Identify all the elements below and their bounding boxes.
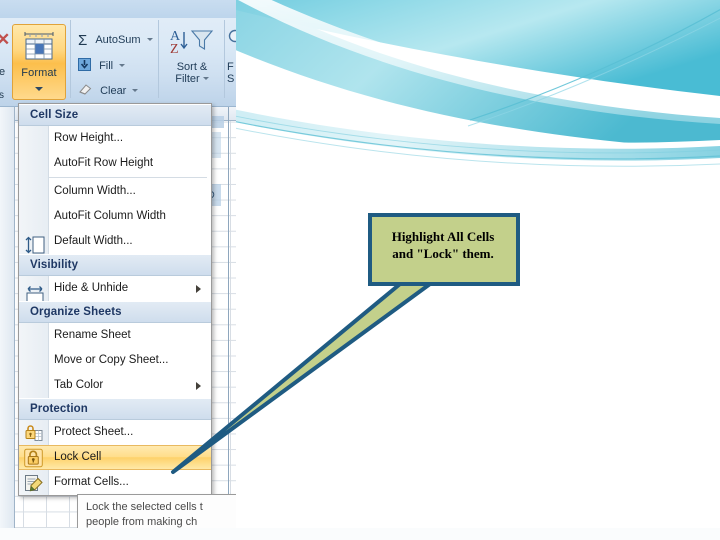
worksheet-scroll-divider	[228, 106, 229, 540]
menu-item-label: Move or Copy Sheet...	[54, 354, 169, 366]
lock-cell-icon	[24, 448, 43, 467]
menu-item-label: Default Width...	[54, 235, 133, 247]
menu-item-lock-cell[interactable]: Lock Cell	[19, 445, 211, 470]
protect-sheet-lock-icon	[25, 424, 43, 441]
format-cells-dialog-icon	[25, 474, 43, 491]
clear-label: Clear	[100, 85, 127, 97]
cut-scissors-icon: ✕	[0, 30, 11, 49]
menu-item-label: Lock Cell	[54, 451, 102, 463]
menu-item-format-cells[interactable]: Format Cells...	[19, 470, 211, 495]
ribbon-group-divider	[158, 20, 159, 98]
menu-item-autofit-row-height[interactable]: AutoFit Row Height	[19, 151, 211, 176]
excel-screenshot: ⊙ ✕ te s	[0, 0, 236, 540]
format-button-label: Format	[21, 67, 57, 79]
excel-window: ⊙ ✕ te s	[0, 0, 236, 540]
menu-item-column-width[interactable]: Column Width...	[19, 179, 211, 204]
menu-group-header-visibility: Visibility	[19, 254, 211, 276]
format-dropdown-menu[interactable]: Cell Size Row Height... AutoFit Row Heig…	[18, 103, 212, 496]
format-cells-icon	[24, 32, 54, 60]
menu-separator	[49, 177, 207, 178]
find-select-button[interactable]: F S	[227, 26, 236, 85]
slide-footer-strip	[0, 528, 720, 540]
chevron-down-icon	[35, 87, 43, 91]
menu-item-hide-unhide[interactable]: Hide & Unhide	[19, 276, 211, 301]
menu-item-label: Format Cells...	[54, 476, 129, 488]
menu-group-header-protection: Protection	[19, 398, 211, 420]
ribbon-tab-strip	[0, 0, 236, 18]
menu-item-autofit-column-width[interactable]: AutoFit Column Width	[19, 204, 211, 229]
chevron-down-icon	[119, 64, 126, 67]
fill-down-icon	[78, 58, 91, 71]
sort-filter-label-line2: Filter	[164, 73, 220, 85]
menu-item-tab-color[interactable]: Tab Color	[19, 373, 211, 398]
find-select-label-line2: S	[227, 73, 235, 85]
ribbon-group-divider	[70, 20, 71, 98]
sigma-icon: Σ	[78, 32, 88, 49]
menu-item-default-width[interactable]: Default Width...	[19, 229, 211, 254]
menu-item-label: AutoFit Row Height	[54, 157, 154, 169]
menu-item-label: Row Height...	[54, 132, 124, 144]
format-button[interactable]: Format	[12, 24, 66, 100]
paste-button-label: te	[0, 66, 6, 78]
tooltip-line-1: Lock the selected cells t	[86, 501, 203, 513]
chevron-down-icon	[202, 77, 209, 80]
sort-filter-icon: A Z	[170, 29, 214, 57]
fill-button[interactable]: Fill	[78, 58, 126, 72]
find-select-label-line1: F	[227, 61, 234, 73]
callout-line-1: Highlight All Cells	[391, 229, 495, 244]
excel-ribbon: ✕ te s	[0, 0, 236, 107]
menu-group-header-organize-sheets: Organize Sheets	[19, 301, 211, 323]
eraser-icon	[79, 84, 92, 95]
submenu-arrow-icon	[196, 381, 201, 390]
menu-item-label: Protect Sheet...	[54, 426, 134, 438]
row-headers[interactable]	[0, 106, 15, 540]
menu-item-move-or-copy-sheet[interactable]: Move or Copy Sheet...	[19, 348, 211, 373]
chevron-down-icon	[146, 38, 153, 41]
callout-text: Highlight All Cells and "Lock" them.	[375, 228, 511, 262]
clear-button[interactable]: Clear	[78, 83, 139, 97]
chevron-down-icon	[132, 89, 139, 92]
svg-text:Z: Z	[170, 42, 179, 56]
callout-line-2: and "Lock" them.	[392, 246, 494, 261]
slide-canvas: ⊙ ✕ te s	[0, 0, 720, 540]
menu-group-header-cell-size: Cell Size	[19, 104, 211, 126]
menu-item-rename-sheet[interactable]: Rename Sheet	[19, 323, 211, 348]
menu-item-label: Column Width...	[54, 185, 136, 197]
submenu-arrow-icon	[196, 284, 201, 293]
ribbon-group-divider	[224, 20, 225, 98]
sort-filter-button[interactable]: A Z Sort & Filter	[164, 26, 220, 85]
styles-group-label: s	[0, 90, 4, 101]
autosum-label: AutoSum	[95, 34, 141, 46]
fill-label: Fill	[99, 60, 114, 72]
menu-item-label: Rename Sheet	[54, 329, 131, 341]
find-select-icon	[228, 29, 236, 43]
menu-item-label: Hide & Unhide	[54, 282, 129, 294]
menu-item-label: Tab Color	[54, 379, 104, 391]
menu-item-label: AutoFit Column Width	[54, 210, 166, 222]
menu-item-row-height[interactable]: Row Height...	[19, 126, 211, 151]
menu-item-protect-sheet[interactable]: Protect Sheet...	[19, 420, 211, 445]
sort-filter-label-line1: Sort &	[176, 61, 208, 73]
autosum-button[interactable]: Σ AutoSum	[78, 32, 153, 49]
